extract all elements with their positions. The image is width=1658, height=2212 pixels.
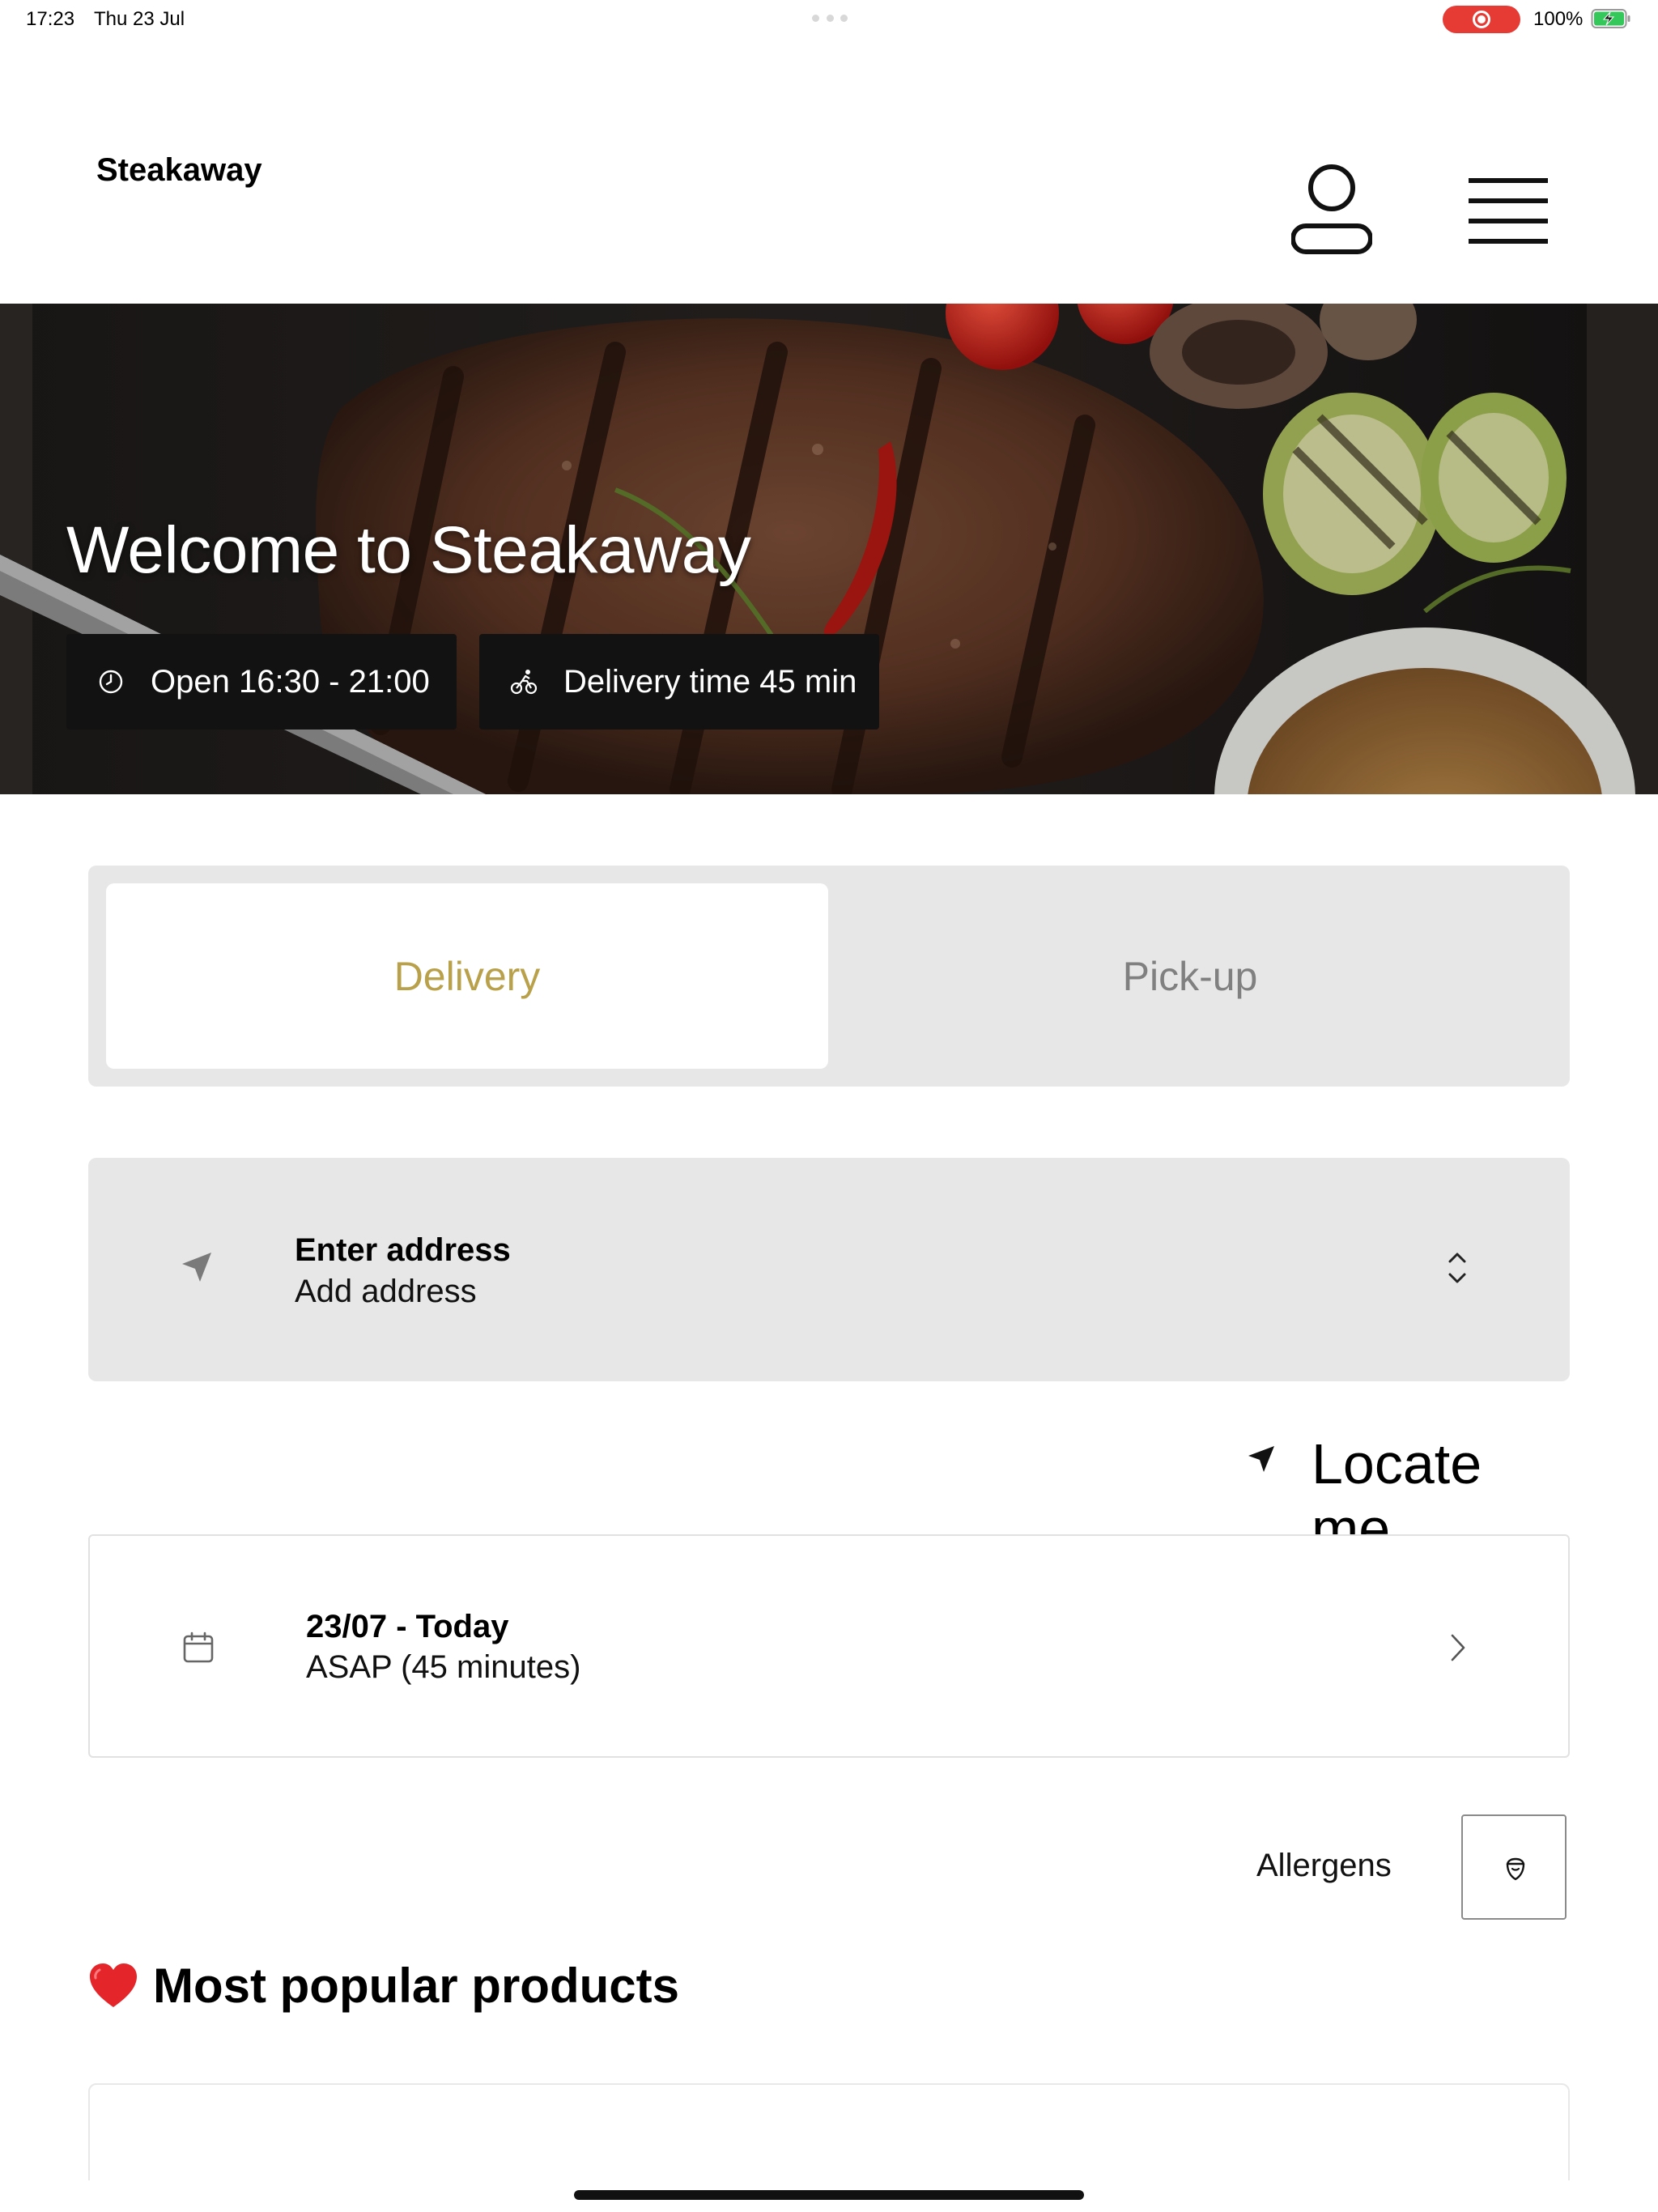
address-placeholder: Add address xyxy=(295,1274,477,1309)
schedule-time: ASAP (45 minutes) xyxy=(306,1649,581,1685)
address-title: Enter address xyxy=(295,1232,511,1268)
battery-charging-icon xyxy=(1591,9,1630,28)
bicycle-courier-icon xyxy=(510,670,538,695)
delivery-time-text: Delivery time 45 min xyxy=(563,663,857,700)
chevron-right-icon xyxy=(1451,1634,1465,1661)
heart-icon xyxy=(90,1963,137,2007)
address-selector[interactable]: Enter address Add address xyxy=(88,1158,1570,1381)
hero-title: Welcome to Steakaway xyxy=(66,513,751,587)
opening-hours-chip: Open 16:30 - 21:00 xyxy=(66,634,457,730)
popular-section-title: Most popular products xyxy=(153,1958,679,2013)
home-indicator[interactable] xyxy=(574,2190,1084,2200)
allergens-filter-button[interactable] xyxy=(1461,1814,1567,1920)
locate-me-button[interactable]: Locate me xyxy=(1244,1423,1569,1560)
delivery-time-chip: Delivery time 45 min xyxy=(479,634,879,730)
hero-banner: Welcome to Steakaway Open 16:30 - 21:00 … xyxy=(0,304,1658,794)
brand-logo-text[interactable]: Steakaway xyxy=(96,152,262,189)
screen-recording-icon[interactable] xyxy=(1443,6,1520,33)
chevron-up-down-icon xyxy=(1448,1253,1466,1283)
clock-icon xyxy=(99,670,123,694)
allergens-label: Allergens xyxy=(1256,1848,1392,1883)
calendar-icon xyxy=(183,1631,214,1663)
user-icon[interactable] xyxy=(1291,162,1372,257)
delivery-time-selector[interactable]: 23/07 - Today ASAP (45 minutes) xyxy=(88,1534,1570,1758)
opening-hours-text: Open 16:30 - 21:00 xyxy=(151,663,430,700)
navigation-arrow-icon xyxy=(182,1253,211,1282)
status-time: 17:23 xyxy=(26,8,75,30)
app-header: Steakaway xyxy=(0,39,1658,304)
status-date: Thu 23 Jul xyxy=(94,8,185,30)
delivery-tab[interactable]: Delivery xyxy=(106,883,828,1069)
status-bar: 17:23 Thu 23 Jul 100% xyxy=(0,0,1658,39)
hamburger-menu-icon[interactable] xyxy=(1465,175,1551,246)
multitasking-dots-icon[interactable] xyxy=(812,15,848,23)
popular-section-header: Most popular products xyxy=(88,1953,679,2018)
allergen-shield-icon xyxy=(1506,1857,1525,1881)
pickup-tab[interactable]: Pick-up xyxy=(828,883,1552,1069)
order-mode-toggle: Delivery Pick-up xyxy=(88,866,1570,1087)
location-arrow-icon xyxy=(1248,1446,1274,1472)
schedule-date: 23/07 - Today xyxy=(306,1609,509,1644)
battery-percentage: 100% xyxy=(1533,8,1584,30)
